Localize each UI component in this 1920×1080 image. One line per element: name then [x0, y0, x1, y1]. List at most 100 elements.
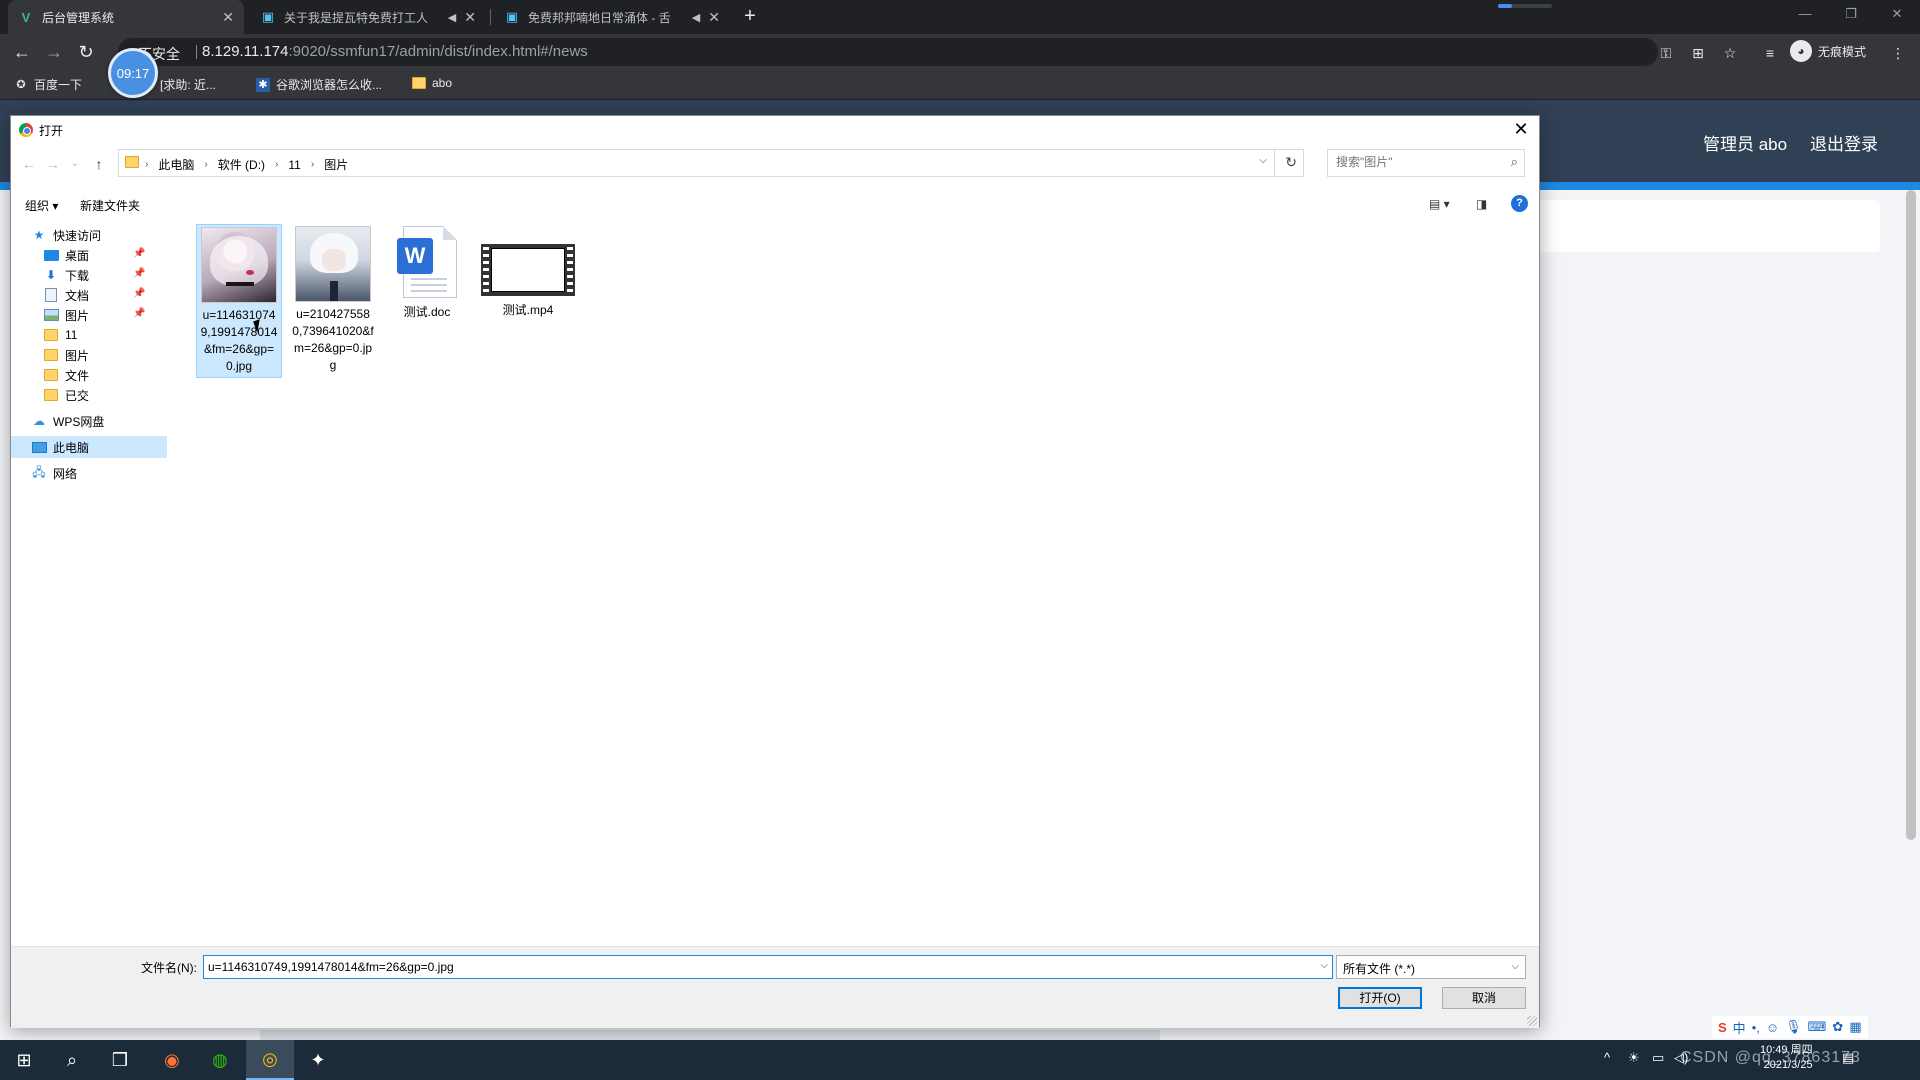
filetype-select[interactable]: 所有文件 (*.*) ⌵: [1336, 955, 1526, 979]
breadcrumb-item[interactable]: 软件 (D:): [218, 156, 265, 173]
download-icon: ⬇: [45, 268, 57, 282]
bookmark-help[interactable]: [求助: 近...: [160, 76, 216, 93]
network-tray-icon[interactable]: ▭: [1652, 1050, 1664, 1066]
organize-button[interactable]: 组织 ▾: [25, 197, 58, 214]
search-icon[interactable]: ⌕: [48, 1040, 96, 1080]
skin-icon[interactable]: ✿: [1832, 1019, 1843, 1035]
recording-timer-badge: 09:17: [108, 48, 158, 98]
media-control-icon[interactable]: ≡: [1760, 43, 1780, 63]
nav-item-pictures[interactable]: 图片 📌: [43, 304, 153, 326]
incognito-indicator[interactable]: ◕ 无痕模式: [1790, 40, 1866, 62]
search-input[interactable]: [1336, 155, 1496, 169]
sogou-icon[interactable]: S: [1718, 1020, 1727, 1035]
punctuation-icon[interactable]: •,: [1752, 1020, 1760, 1035]
chevron-down-icon[interactable]: ⌵: [1320, 960, 1328, 971]
file-item-video[interactable]: 测试.mp4: [478, 224, 578, 321]
nav-wps-cloud[interactable]: ☁ WPS网盘: [31, 410, 104, 432]
file-item-image-2[interactable]: u=2104275580,739641020&fm=26&gp=0.jpg: [290, 224, 376, 376]
pin-icon[interactable]: 📌: [133, 248, 145, 259]
search-icon[interactable]: ⌕: [1511, 154, 1518, 170]
chevron-down-icon[interactable]: ⌵: [1259, 155, 1267, 166]
admin-user-label[interactable]: 管理员 abo: [1703, 130, 1787, 155]
resize-grip[interactable]: [1527, 1016, 1537, 1026]
tab-bilibili-1[interactable]: ▣ 关于我是提瓦特免费打工人 ◀ ✕: [250, 0, 486, 34]
dialog-close-button[interactable]: ✕: [1509, 118, 1533, 142]
file-item-image-1[interactable]: u=1146310749,1991478014&fm=26&gp=0.jpg: [196, 224, 282, 378]
nav-item-folder-pictures[interactable]: 图片: [43, 344, 89, 366]
pin-icon[interactable]: 📌: [133, 268, 145, 279]
new-tab-button[interactable]: +: [738, 5, 762, 29]
refresh-icon[interactable]: ↻: [1285, 154, 1297, 171]
nav-item-folder-files[interactable]: 文件: [43, 364, 89, 386]
open-button[interactable]: 打开(O): [1338, 987, 1422, 1009]
nav-item-folder-submitted[interactable]: 已交: [43, 384, 89, 406]
tray-expand-icon[interactable]: ^: [1604, 1050, 1610, 1065]
restore-button[interactable]: ❐: [1828, 0, 1874, 30]
windows-start-icon[interactable]: ⊞: [0, 1040, 48, 1080]
bookmark-chrome-tip[interactable]: ✱ 谷歌浏览器怎么收...: [256, 76, 382, 93]
cancel-button[interactable]: 取消: [1442, 987, 1526, 1009]
close-icon[interactable]: ✕: [708, 9, 720, 26]
translate-icon[interactable]: ⊞: [1688, 43, 1708, 63]
wechat-icon[interactable]: ◍: [196, 1040, 244, 1080]
file-item-doc[interactable]: W 测试.doc: [384, 224, 470, 323]
search-box[interactable]: ⌕: [1327, 149, 1525, 177]
menu-kebab-icon[interactable]: ⋮: [1888, 43, 1908, 63]
forward-arrow-icon[interactable]: →: [43, 153, 63, 175]
bookmark-folder-abo[interactable]: abo: [412, 76, 452, 90]
breadcrumb-item[interactable]: 11: [288, 158, 300, 172]
pin-icon[interactable]: 📌: [133, 308, 145, 319]
back-button[interactable]: ←: [10, 40, 34, 64]
bookmark-baidu[interactable]: ✪ 百度一下: [14, 76, 82, 93]
filename-input[interactable]: [208, 960, 1308, 974]
minimize-button[interactable]: —: [1782, 0, 1828, 30]
close-icon[interactable]: ✕: [464, 9, 476, 26]
app-taskbar-icon[interactable]: ✦: [294, 1040, 342, 1080]
ime-mode[interactable]: 中: [1733, 1018, 1746, 1037]
nav-item-downloads[interactable]: ⬇ 下载 📌: [43, 264, 153, 286]
url-text[interactable]: 8.129.11.174:9020/ssmfun17/admin/dist/in…: [202, 43, 588, 60]
picture-icon: [43, 308, 59, 322]
new-folder-button[interactable]: 新建文件夹: [80, 197, 140, 214]
reload-button[interactable]: ↻: [74, 40, 98, 64]
nav-item-documents[interactable]: 文档 📌: [43, 284, 153, 306]
emoji-icon[interactable]: ☺: [1766, 1020, 1779, 1035]
divider: [1274, 150, 1275, 176]
view-options-icon[interactable]: ▤ ▾: [1429, 197, 1450, 211]
firefox-icon[interactable]: ◉: [148, 1040, 196, 1080]
media-volume-slider[interactable]: [1498, 4, 1552, 8]
breadcrumb-item[interactable]: 此电脑: [158, 156, 194, 173]
close-icon[interactable]: ✕: [222, 9, 234, 26]
recent-dropdown-icon[interactable]: ⌄: [65, 153, 85, 175]
keyboard-icon[interactable]: ⌨: [1808, 1019, 1827, 1035]
speaker-mute-icon[interactable]: ◀: [448, 11, 456, 24]
breadcrumb-bar[interactable]: › 此电脑 › 软件 (D:) › 11 › 图片 ⌵ ↻: [118, 149, 1304, 177]
pin-icon[interactable]: 📌: [133, 288, 145, 299]
back-arrow-icon[interactable]: ←: [19, 153, 39, 175]
tray-app-icon[interactable]: ☀: [1628, 1050, 1640, 1066]
nav-quick-access[interactable]: ★ 快速访问: [31, 224, 101, 246]
nav-item-folder-11[interactable]: 11: [43, 324, 77, 346]
app-scrollbar[interactable]: [1906, 190, 1916, 840]
help-icon[interactable]: ?: [1511, 195, 1528, 212]
preview-pane-icon[interactable]: ◨: [1476, 197, 1487, 211]
speaker-mute-icon[interactable]: ◀: [692, 11, 700, 24]
key-icon[interactable]: ⚿: [1656, 43, 1676, 63]
breadcrumb-item[interactable]: 图片: [324, 156, 348, 173]
logout-link[interactable]: 退出登录: [1810, 130, 1878, 155]
forward-button[interactable]: →: [42, 40, 66, 64]
chrome-taskbar-icon[interactable]: ◎: [246, 1040, 294, 1080]
microphone-icon[interactable]: 🎙: [1785, 1019, 1802, 1035]
address-bar[interactable]: 不安全 8.129.11.174:9020/ssmfun17/admin/dis…: [118, 38, 1658, 66]
task-view-icon[interactable]: ❒: [96, 1040, 144, 1080]
star-bookmark-icon[interactable]: ☆: [1720, 43, 1740, 63]
up-arrow-icon[interactable]: ↑: [89, 153, 109, 175]
nav-network[interactable]: 🖧 网络: [31, 462, 77, 484]
filename-field[interactable]: ⌵: [203, 955, 1333, 979]
nav-item-desktop[interactable]: 桌面 📌: [43, 244, 153, 266]
tab-bilibili-2[interactable]: ▣ 免费邦邦喃地日常涌体 - 舌 ◀ ✕: [494, 0, 730, 34]
nav-this-pc[interactable]: 此电脑: [11, 436, 167, 458]
grid-icon[interactable]: ▦: [1849, 1019, 1861, 1035]
tab-admin-system[interactable]: V 后台管理系统 ✕: [8, 0, 244, 34]
window-close-button[interactable]: ✕: [1874, 0, 1920, 30]
